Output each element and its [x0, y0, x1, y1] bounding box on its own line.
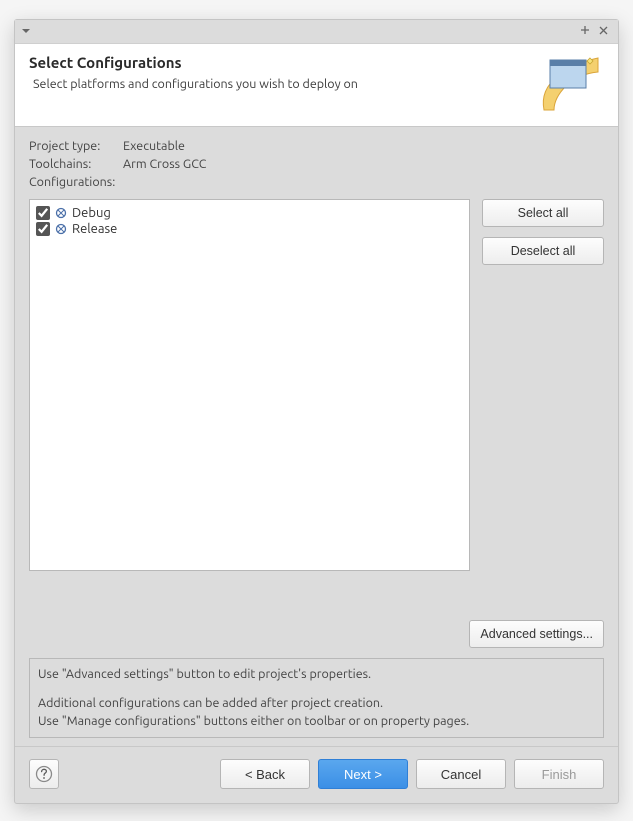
wizard-body: Project type: Executable Toolchains: Arm…	[15, 127, 618, 746]
back-button[interactable]: < Back	[220, 759, 310, 789]
config-item-release[interactable]: Release	[36, 221, 463, 237]
hint-line: Use "Advanced settings" button to edit p…	[38, 666, 595, 684]
hint-line: Use "Manage configurations" buttons eith…	[38, 714, 469, 728]
page-subtitle: Select platforms and configurations you …	[29, 77, 530, 91]
cancel-button[interactable]: Cancel	[416, 759, 506, 789]
help-icon	[35, 765, 53, 783]
project-type-label: Project type:	[29, 139, 123, 153]
config-item-debug[interactable]: Debug	[36, 205, 463, 221]
titlebar	[15, 20, 618, 44]
new-window-icon[interactable]	[576, 24, 594, 39]
window-menu-icon[interactable]	[21, 25, 31, 39]
dialog-window: Select Configurations Select platforms a…	[14, 19, 619, 804]
help-button[interactable]	[29, 759, 59, 789]
config-checkbox-release[interactable]	[36, 222, 50, 236]
select-all-button[interactable]: Select all	[482, 199, 604, 227]
project-type-value: Executable	[123, 139, 604, 153]
deselect-all-button[interactable]: Deselect all	[482, 237, 604, 265]
configurations-list[interactable]: Debug Release	[29, 199, 470, 571]
wizard-footer: < Back Next > Cancel Finish	[15, 746, 618, 803]
project-info: Project type: Executable Toolchains: Arm…	[29, 139, 604, 189]
page-title: Select Configurations	[29, 54, 530, 71]
finish-button: Finish	[514, 759, 604, 789]
config-label: Release	[72, 222, 117, 236]
close-icon[interactable]	[594, 25, 612, 39]
config-icon	[54, 206, 68, 220]
next-button[interactable]: Next >	[318, 759, 408, 789]
toolchains-value: Arm Cross GCC	[123, 157, 604, 171]
configurations-label: Configurations:	[29, 175, 123, 189]
config-label: Debug	[72, 206, 111, 220]
wizard-banner-icon	[538, 54, 604, 112]
hint-line: Additional configurations can be added a…	[38, 696, 383, 710]
config-checkbox-debug[interactable]	[36, 206, 50, 220]
config-icon	[54, 222, 68, 236]
wizard-header: Select Configurations Select platforms a…	[15, 44, 618, 127]
toolchains-label: Toolchains:	[29, 157, 123, 171]
hint-box: Use "Advanced settings" button to edit p…	[29, 658, 604, 739]
advanced-settings-button[interactable]: Advanced settings...	[469, 620, 604, 648]
